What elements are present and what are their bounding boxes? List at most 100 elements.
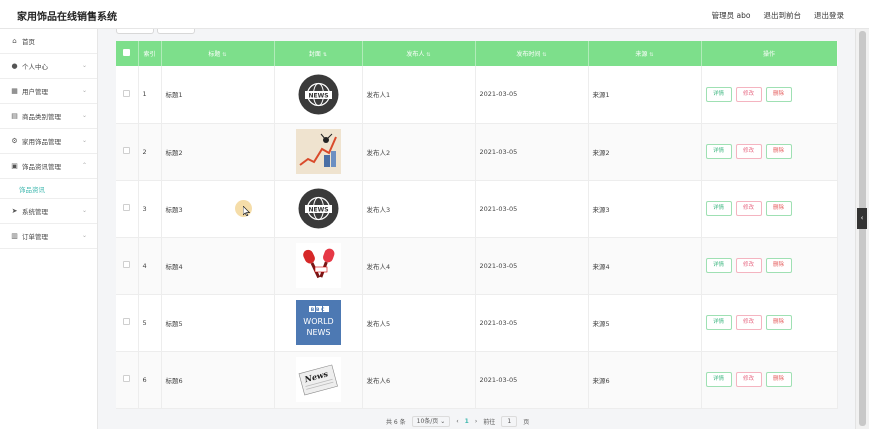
table-row: 1 标题1 NEWS 发布人1 2021-03-05 来源1 详情 修改 删除 — [116, 66, 838, 124]
goto-page-input[interactable]: 1 — [501, 415, 518, 427]
back-to-front-link[interactable]: 退出到前台 — [764, 10, 802, 21]
news-globe-cover-image: NEWS — [296, 72, 341, 117]
sort-icon[interactable]: ⇅ — [222, 52, 226, 58]
cell-source: 来源6 — [588, 351, 702, 409]
admin-user-label[interactable]: 管理员 abo — [712, 10, 751, 21]
cell-date: 2021-03-05 — [475, 294, 589, 352]
sidebar-item-label: 首页 — [22, 38, 35, 46]
vertical-scrollbar[interactable] — [855, 29, 869, 429]
edit-button[interactable]: 修改 — [735, 201, 762, 216]
send-icon: ➤ — [11, 207, 18, 215]
toolbar-button-partial[interactable] — [157, 29, 195, 34]
column-header-cover[interactable]: 封面 ⇅ — [274, 41, 363, 66]
sidebar-item-label: 系统管理 — [22, 208, 48, 216]
table-row: 2 标题2 发布人2 2021-03-05 来源2 详情 修改 删除 — [116, 123, 838, 181]
svg-text:NEWS: NEWS — [306, 328, 330, 337]
delete-button[interactable]: 删除 — [765, 372, 792, 387]
cell-source: 来源5 — [588, 294, 702, 352]
row-checkbox[interactable] — [123, 204, 131, 211]
column-header-index: 索引 — [138, 41, 162, 66]
sidebar-subitem-news[interactable]: 饰品资讯 — [0, 179, 97, 199]
cell-date: 2021-03-05 — [475, 351, 589, 409]
microphones-cover-image — [295, 243, 341, 288]
row-checkbox[interactable] — [123, 89, 131, 97]
row-checkbox[interactable] — [123, 375, 131, 382]
row-checkbox[interactable] — [123, 318, 131, 325]
row-checkbox[interactable] — [123, 261, 131, 268]
page-unit-label: 页 — [523, 418, 530, 426]
sidebar-item-home[interactable]: ⌂ 首页 — [0, 29, 97, 54]
goto-label: 前往 — [483, 418, 496, 426]
select-all-cell[interactable] — [116, 41, 139, 66]
mouse-cursor-icon — [243, 206, 250, 216]
sort-icon[interactable]: ⇅ — [649, 52, 653, 58]
cell-index: 4 — [138, 237, 162, 295]
sort-icon[interactable]: ⇅ — [323, 52, 327, 58]
cell-actions: 详情 修改 删除 — [701, 237, 838, 295]
sidebar: ⌂ 首页 ● 个人中心 ⌄ ▦ 用户管理 ⌄ ▤ 商品类别管理 ⌄ ⚙ 家用饰品… — [0, 29, 98, 429]
column-header-date[interactable]: 发布时间 ⇅ — [475, 41, 589, 66]
cell-source: 来源2 — [588, 123, 702, 181]
sidebar-item-products[interactable]: ⚙ 家用饰品管理 ⌄ — [0, 129, 97, 154]
delete-button[interactable]: 删除 — [765, 86, 792, 102]
category-icon: ▤ — [11, 112, 18, 120]
sort-icon[interactable]: ⇅ — [426, 52, 430, 58]
toolbar-button-partial[interactable] — [116, 29, 154, 34]
column-header-source[interactable]: 来源 ⇅ — [588, 41, 702, 66]
page-number-current[interactable]: 1 — [465, 418, 469, 425]
cell-actions: 详情 修改 删除 — [701, 294, 838, 352]
cell-actions: 详情 修改 删除 — [701, 180, 838, 238]
news-globe-cover-image: NEWS — [296, 186, 341, 231]
delete-button[interactable]: 删除 — [765, 144, 792, 159]
chevron-down-icon: ⌄ — [81, 87, 87, 94]
delete-button[interactable]: 删除 — [765, 258, 792, 273]
detail-button[interactable]: 详情 — [705, 86, 732, 102]
order-icon: ▥ — [11, 232, 18, 240]
detail-button[interactable]: 详情 — [705, 372, 732, 387]
svg-text:NEWS: NEWS — [308, 92, 328, 99]
edit-button[interactable]: 修改 — [735, 144, 762, 159]
sidebar-item-categories[interactable]: ▤ 商品类别管理 ⌄ — [0, 104, 97, 129]
delete-button[interactable]: 删除 — [765, 315, 792, 330]
cell-author: 发布人4 — [362, 237, 476, 295]
chart-graphic-cover-image — [295, 129, 341, 174]
delete-button[interactable]: 删除 — [765, 201, 792, 216]
sidebar-item-orders[interactable]: ▥ 订单管理 ⌄ — [0, 224, 97, 249]
top-header: 家用饰品在线销售系统 管理员 abo 退出到前台 退出登录 — [0, 0, 869, 29]
pagination: 共 6 条 10条/页 ⌄ ‹ 1 › 前往 1 页 — [386, 415, 529, 427]
sidebar-item-label: 饰品资讯管理 — [22, 163, 61, 171]
gear-icon: ⚙ — [11, 137, 18, 145]
detail-button[interactable]: 详情 — [705, 144, 732, 159]
chevron-down-icon: ⌄ — [81, 232, 87, 239]
collapse-panel-button[interactable]: ‹ — [857, 208, 867, 229]
next-page-button[interactable]: › — [475, 418, 477, 425]
sort-icon[interactable]: ⇅ — [542, 52, 546, 58]
cell-author: 发布人1 — [362, 66, 476, 124]
logout-link[interactable]: 退出登录 — [814, 10, 844, 21]
edit-button[interactable]: 修改 — [735, 258, 762, 273]
detail-button[interactable]: 详情 — [705, 258, 732, 273]
cell-title: 标题2 — [161, 123, 275, 181]
row-checkbox[interactable] — [123, 147, 131, 154]
sidebar-item-news-management[interactable]: ▣ 饰品资讯管理 ⌃ — [0, 154, 97, 179]
select-all-checkbox[interactable] — [123, 49, 131, 56]
detail-button[interactable]: 详情 — [705, 315, 732, 330]
column-header-author[interactable]: 发布人 ⇅ — [362, 41, 476, 66]
edit-button[interactable]: 修改 — [735, 315, 762, 330]
edit-button[interactable]: 修改 — [735, 86, 762, 102]
page-size-select[interactable]: 10条/页 ⌄ — [411, 415, 451, 427]
edit-button[interactable]: 修改 — [735, 372, 762, 387]
cell-title: 标题3 — [161, 180, 275, 238]
sidebar-item-profile[interactable]: ● 个人中心 ⌄ — [0, 54, 97, 79]
cell-author: 发布人5 — [362, 294, 476, 352]
cell-actions: 详情 修改 删除 — [701, 66, 838, 124]
prev-page-button[interactable]: ‹ — [456, 418, 458, 425]
table-row: 4 标题4 发布人4 2021-03-05 来源4 详情 修改 删除 — [116, 237, 838, 295]
cell-author: 发布人6 — [362, 351, 476, 409]
cell-index: 3 — [138, 180, 162, 238]
sidebar-item-system[interactable]: ➤ 系统管理 ⌄ — [0, 199, 97, 224]
table-row: 5 标题5 BBC WORLD NEWS 发布人5 2021-03-05 来源5 详… — [116, 294, 838, 352]
detail-button[interactable]: 详情 — [705, 201, 732, 216]
sidebar-item-users[interactable]: ▦ 用户管理 ⌄ — [0, 79, 97, 104]
column-header-title[interactable]: 标题 ⇅ — [161, 41, 275, 66]
